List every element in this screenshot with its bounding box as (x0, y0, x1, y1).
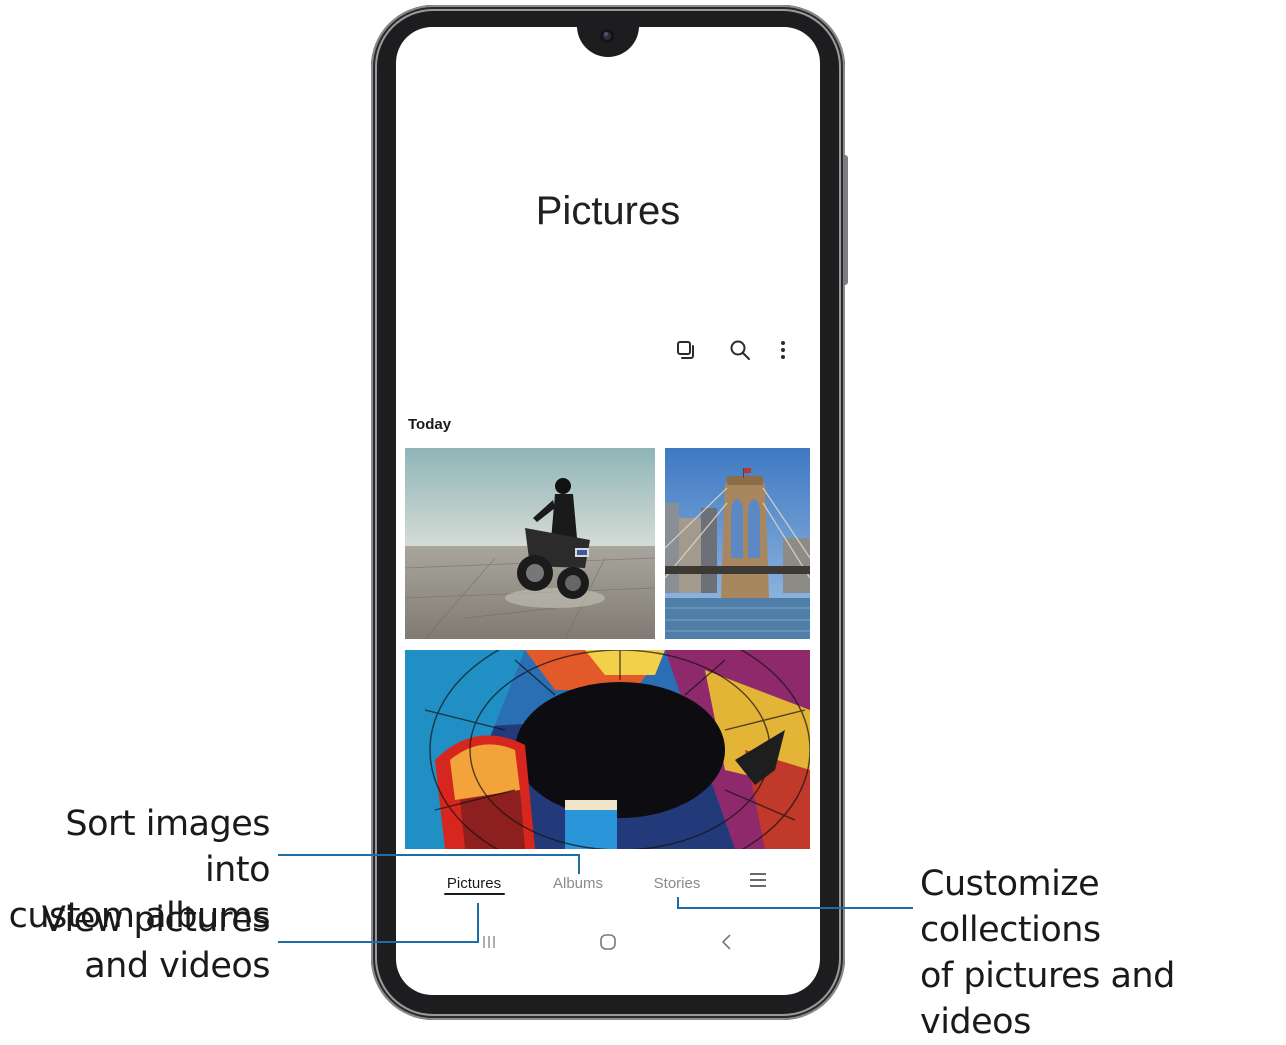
callout-pictures: View pictures and videos (0, 897, 271, 989)
leader-stories-horizontal (677, 907, 913, 909)
callout-stories: Customize collections of pictures and vi… (920, 861, 1286, 1045)
select-multiple-button[interactable] (669, 333, 703, 367)
more-options-icon (781, 341, 785, 359)
front-camera (600, 29, 614, 43)
home-button[interactable] (588, 930, 628, 954)
select-multiple-icon (677, 341, 694, 359)
search-button[interactable] (723, 333, 757, 367)
back-icon (721, 934, 731, 950)
tab-pictures[interactable]: Pictures (440, 875, 508, 901)
photo-stained-glass-dome[interactable] (405, 650, 810, 849)
recent-apps-icon (483, 936, 495, 948)
search-icon (730, 340, 750, 360)
callout-stories-line1: Customize collections (920, 864, 1101, 950)
callout-stories-line2: of pictures and videos (920, 956, 1175, 1042)
phone-screen: Pictures Today Pictures Albums Stories (396, 27, 820, 995)
home-icon (600, 934, 616, 950)
callout-albums-line1: Sort images into (65, 804, 270, 890)
tab-pictures-underline (444, 893, 505, 895)
side-key (843, 155, 848, 285)
motorcycle-image (405, 448, 655, 639)
bridge-image (665, 448, 810, 639)
photo-motorcycle[interactable] (405, 448, 655, 639)
callout-pictures-line1: View pictures (41, 900, 271, 940)
leader-albums-vertical (578, 854, 580, 874)
section-label-today: Today (408, 416, 452, 433)
hamburger-menu-icon (750, 873, 766, 887)
photo-bridge[interactable] (665, 448, 810, 639)
tab-albums[interactable]: Albums (546, 875, 610, 901)
stained-glass-image (405, 650, 810, 849)
menu-button[interactable] (744, 872, 772, 898)
leader-pictures-vertical (477, 903, 479, 943)
callout-pictures-line2: and videos (84, 946, 270, 986)
leader-pictures-horizontal (278, 941, 479, 943)
leader-albums-horizontal (278, 854, 580, 856)
page-title: Pictures (535, 189, 681, 233)
back-button[interactable] (707, 930, 747, 954)
more-options-button[interactable] (766, 333, 800, 367)
